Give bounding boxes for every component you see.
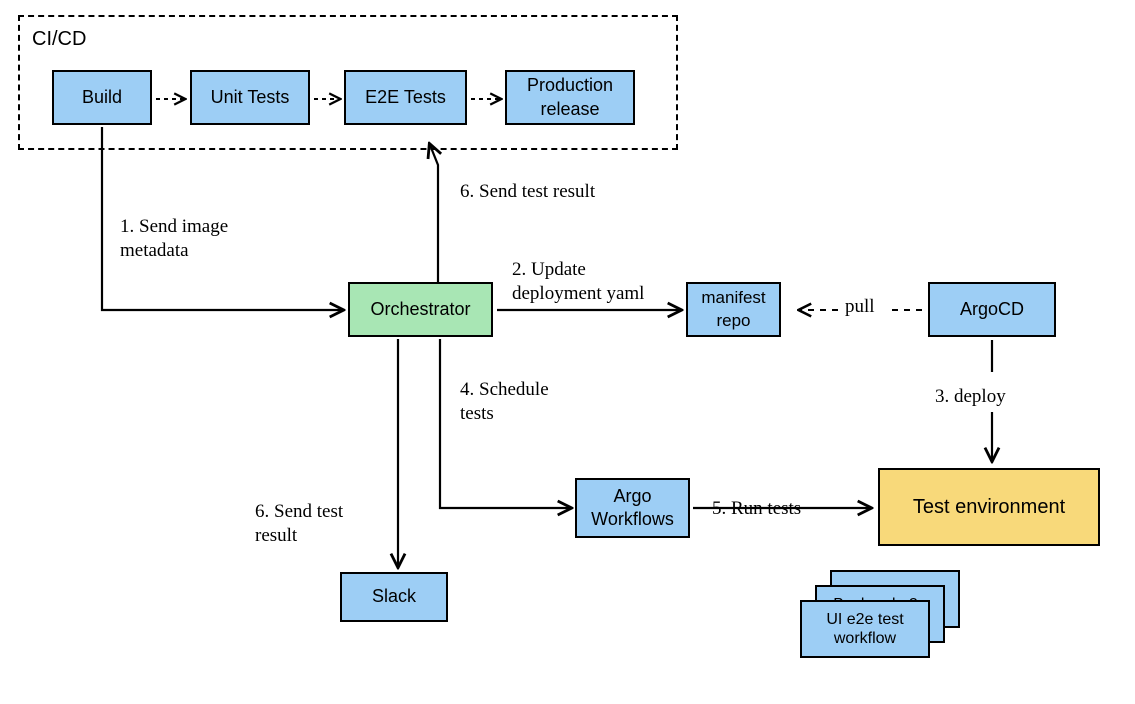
box-slack: Slack [340,572,448,622]
box-argo-workflows: Argo Workflows [575,478,690,538]
container-title: CI/CD [32,28,86,51]
box-slack-label: Slack [372,585,416,608]
box-build: Build [52,70,152,125]
box-build-label: Build [82,86,122,109]
box-production-release-label: Production release [527,74,613,121]
box-production-release: Production release [505,70,635,125]
box-orchestrator: Orchestrator [348,282,493,337]
box-e2e-tests: E2E Tests [344,70,467,125]
box-test-environment-label: Test environment [913,494,1065,520]
label-5: 5. Run tests [712,497,801,521]
box-argocd-label: ArgoCD [960,298,1024,321]
box-unit-tests-label: Unit Tests [211,86,290,109]
box-manifest-repo-label: manifest repo [701,287,765,331]
label-2: 2. Update deployment yaml [512,258,644,306]
label-3: 3. deploy [935,385,1006,409]
label-4: 4. Schedule tests [460,378,549,426]
box-manifest-repo: manifest repo [686,282,781,337]
label-6a: 6. Send test result [460,180,595,204]
box-e2e-tests-label: E2E Tests [365,86,446,109]
stack-card-front-label: UI e2e test workflow [804,610,926,648]
stack-card-front: UI e2e test workflow [800,600,930,658]
arrow-6a [430,145,438,282]
workflow-stack: Other e2e test workflow Backend e2e test… [800,570,960,680]
box-argo-workflows-label: Argo Workflows [591,485,674,532]
box-unit-tests: Unit Tests [190,70,310,125]
box-argocd: ArgoCD [928,282,1056,337]
box-orchestrator-label: Orchestrator [370,298,470,321]
box-test-environment: Test environment [878,468,1100,546]
label-6b: 6. Send test result [255,500,343,548]
label-pull: pull [845,295,875,319]
label-1: 1. Send image metadata [120,215,228,263]
